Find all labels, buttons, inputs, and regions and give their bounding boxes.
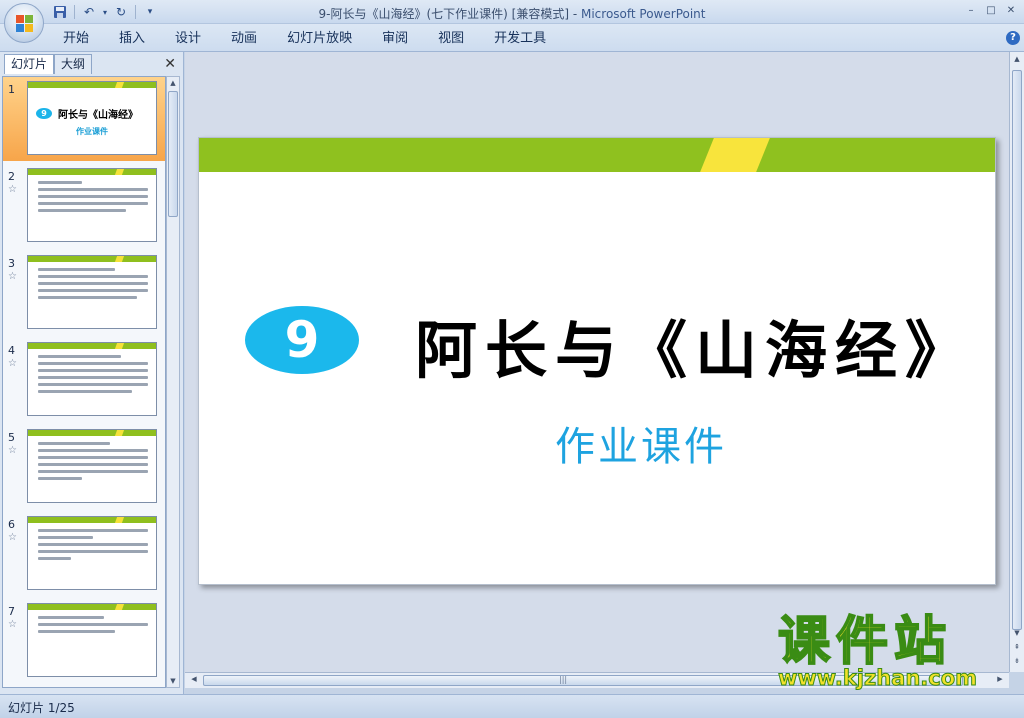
tab-slides[interactable]: 幻灯片 bbox=[4, 54, 55, 74]
thumbnail-row-3[interactable]: 3 ☆ bbox=[3, 251, 165, 335]
thumbnail-row-1[interactable]: 1 9 阿长与《山海经》 作业课件 bbox=[3, 77, 165, 161]
minimize-button[interactable]: – bbox=[962, 2, 980, 18]
thumbnail-row-5[interactable]: 5 ☆ bbox=[3, 425, 165, 509]
slide-thumbnails: 1 9 阿长与《山海经》 作业课件 2 ☆ 3 ☆ 4 ☆ 5 ☆ 6 ☆ 7 … bbox=[2, 76, 166, 688]
slide-thumbnail[interactable] bbox=[27, 516, 157, 590]
scrollbar-thumb[interactable] bbox=[1012, 70, 1022, 630]
document-title: 9-阿长与《山海经》(七下作业课件) [兼容模式] bbox=[318, 7, 570, 21]
restore-button[interactable]: □ bbox=[982, 2, 1000, 18]
tab-outline[interactable]: 大纲 bbox=[54, 54, 93, 74]
tab-insert[interactable]: 插入 bbox=[104, 30, 160, 48]
window-controls: – □ ✕ bbox=[962, 2, 1020, 18]
watermark-url: www.kjzhan.com bbox=[777, 666, 978, 691]
thumbnail-row-4[interactable]: 4 ☆ bbox=[3, 338, 165, 422]
ribbon-tabs: 开始 插入 设计 动画 幻灯片放映 审阅 视图 开发工具 bbox=[48, 30, 561, 48]
tab-slideshow[interactable]: 幻灯片放映 bbox=[272, 30, 367, 48]
next-slide-icon[interactable]: ⇟ bbox=[1011, 656, 1023, 666]
transition-star-icon: ☆ bbox=[8, 532, 17, 543]
transition-star-icon: ☆ bbox=[8, 358, 17, 369]
scroll-up-icon[interactable]: ▲ bbox=[1011, 54, 1023, 64]
tab-home[interactable]: 开始 bbox=[48, 30, 104, 48]
tab-developer[interactable]: 开发工具 bbox=[479, 30, 561, 48]
watermark-text: 课件站 bbox=[777, 611, 953, 673]
tab-design[interactable]: 设计 bbox=[160, 30, 216, 48]
help-icon[interactable]: ? bbox=[1006, 31, 1020, 45]
lesson-number-badge[interactable]: 9 bbox=[245, 306, 359, 374]
scrollbar-grip-icon: ||| bbox=[559, 675, 568, 684]
slide-indicator: 幻灯片 1/25 bbox=[8, 701, 75, 715]
status-bar: 幻灯片 1/25 bbox=[0, 694, 1024, 718]
scrollbar-thumb[interactable] bbox=[168, 91, 178, 217]
slide-thumbnail[interactable] bbox=[27, 603, 157, 677]
slide-thumbnail[interactable] bbox=[27, 168, 157, 242]
panel-close-icon[interactable]: ✕ bbox=[164, 56, 176, 72]
scroll-up-icon[interactable]: ▲ bbox=[167, 77, 179, 89]
transition-star-icon: ☆ bbox=[8, 445, 17, 456]
window-title: 9-阿长与《山海经》(七下作业课件) [兼容模式] - Microsoft Po… bbox=[318, 7, 706, 21]
transition-star-icon: ☆ bbox=[8, 271, 17, 282]
tab-animations[interactable]: 动画 bbox=[216, 30, 272, 48]
tab-view[interactable]: 视图 bbox=[423, 30, 479, 48]
thumbnail-subtitle: 作业课件 bbox=[76, 127, 108, 136]
slide-thumbnail[interactable]: 9 阿长与《山海经》 作业课件 bbox=[27, 81, 157, 155]
slides-panel: 幻灯片 大纲 ✕ 1 9 阿长与《山海经》 作业课件 2 ☆ 3 ☆ 4 ☆ 5… bbox=[0, 52, 184, 694]
scroll-down-icon[interactable]: ▼ bbox=[167, 675, 179, 687]
close-button[interactable]: ✕ bbox=[1002, 2, 1020, 18]
office-button[interactable] bbox=[4, 3, 44, 43]
slide-title[interactable]: 阿长与《山海经》 bbox=[415, 300, 975, 390]
title-bar: ↶ ▾ ↻ ▾ 9-阿长与《山海经》(七下作业课件) [兼容模式] - Micr… bbox=[0, 0, 1024, 43]
transition-star-icon: ☆ bbox=[8, 184, 17, 195]
thumbnail-row-7[interactable]: 7 ☆ bbox=[3, 599, 165, 683]
slide-subtitle[interactable]: 作业课件 bbox=[199, 414, 995, 472]
slide-thumbnail[interactable] bbox=[27, 429, 157, 503]
scroll-down-icon[interactable]: ▼ bbox=[1011, 628, 1023, 638]
vertical-scrollbar[interactable]: ▲ ▼ ⇞ ⇟ bbox=[1009, 52, 1024, 672]
tab-review[interactable]: 审阅 bbox=[367, 30, 423, 48]
watermark-logo: 课件站 www.kjzhan.com bbox=[770, 611, 1010, 696]
current-slide[interactable]: 9 阿长与《山海经》 作业课件 bbox=[198, 137, 996, 585]
ribbon: 开始 插入 设计 动画 幻灯片放映 审阅 视图 开发工具 ? bbox=[0, 24, 1024, 52]
thumbnail-title: 9 阿长与《山海经》 bbox=[36, 106, 138, 121]
thumbnail-row-6[interactable]: 6 ☆ bbox=[3, 512, 165, 596]
slide-editing-area: 9 阿长与《山海经》 作业课件 bbox=[185, 52, 1009, 672]
previous-slide-icon[interactable]: ⇞ bbox=[1011, 642, 1023, 652]
app-name: Microsoft PowerPoint bbox=[580, 7, 706, 21]
thumbnail-row-2[interactable]: 2 ☆ bbox=[3, 164, 165, 248]
slide-green-header bbox=[199, 138, 995, 172]
thumbnail-number: 1 bbox=[8, 83, 15, 96]
transition-star-icon: ☆ bbox=[8, 619, 17, 630]
slide-thumbnail[interactable] bbox=[27, 342, 157, 416]
office-logo-icon bbox=[16, 15, 34, 33]
slide-thumbnail[interactable] bbox=[27, 255, 157, 329]
thumbnails-scrollbar[interactable]: ▲ ▼ bbox=[166, 76, 180, 688]
panel-tabs: 幻灯片 大纲 ✕ bbox=[2, 54, 182, 74]
scroll-left-icon[interactable]: ◀ bbox=[188, 675, 200, 686]
